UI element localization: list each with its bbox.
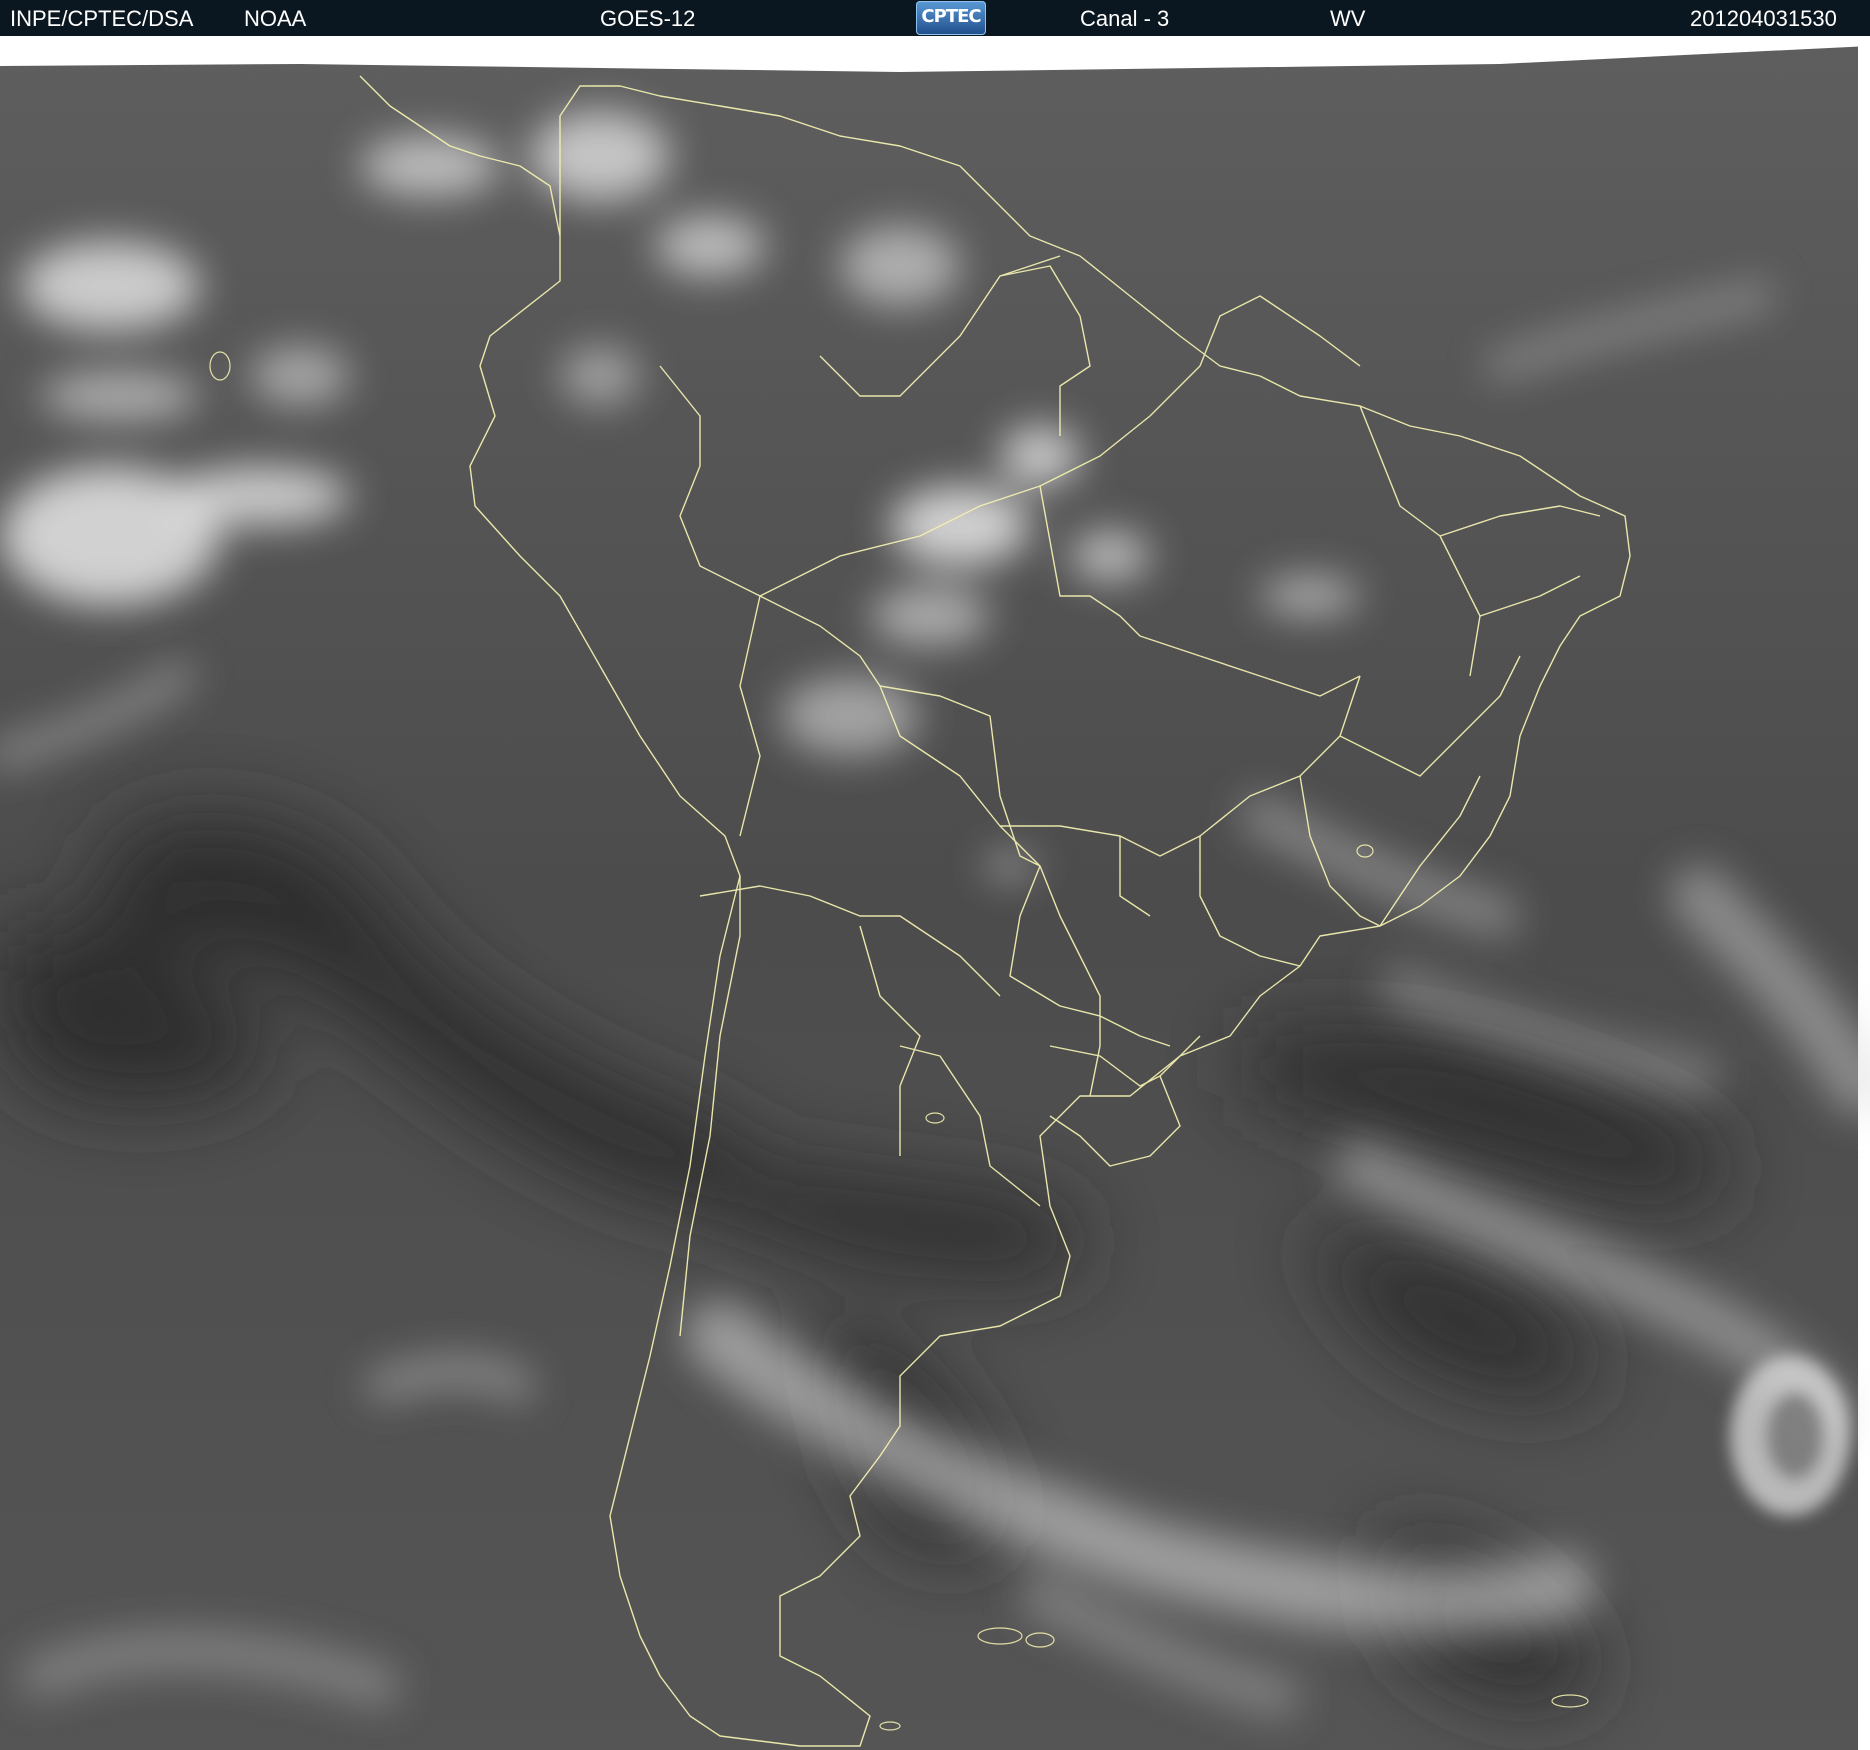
timestamp-label: 201204031530 — [1690, 6, 1837, 31]
cptec-logo: CPTEC — [916, 1, 986, 35]
band-label: WV — [1330, 6, 1366, 31]
header-bar: INPE/CPTEC/DSA NOAA GOES-12 CPTEC Canal … — [0, 0, 1870, 36]
water-vapor-imagery — [0, 36, 1870, 1750]
satellite-label: GOES-12 — [600, 6, 696, 31]
logo-text: CPTEC — [921, 6, 981, 27]
source-label: NOAA — [244, 6, 307, 31]
agency-label: INPE/CPTEC/DSA — [10, 6, 194, 31]
cyclone-swirl — [1730, 1356, 1850, 1516]
channel-label: Canal - 3 — [1080, 6, 1170, 31]
